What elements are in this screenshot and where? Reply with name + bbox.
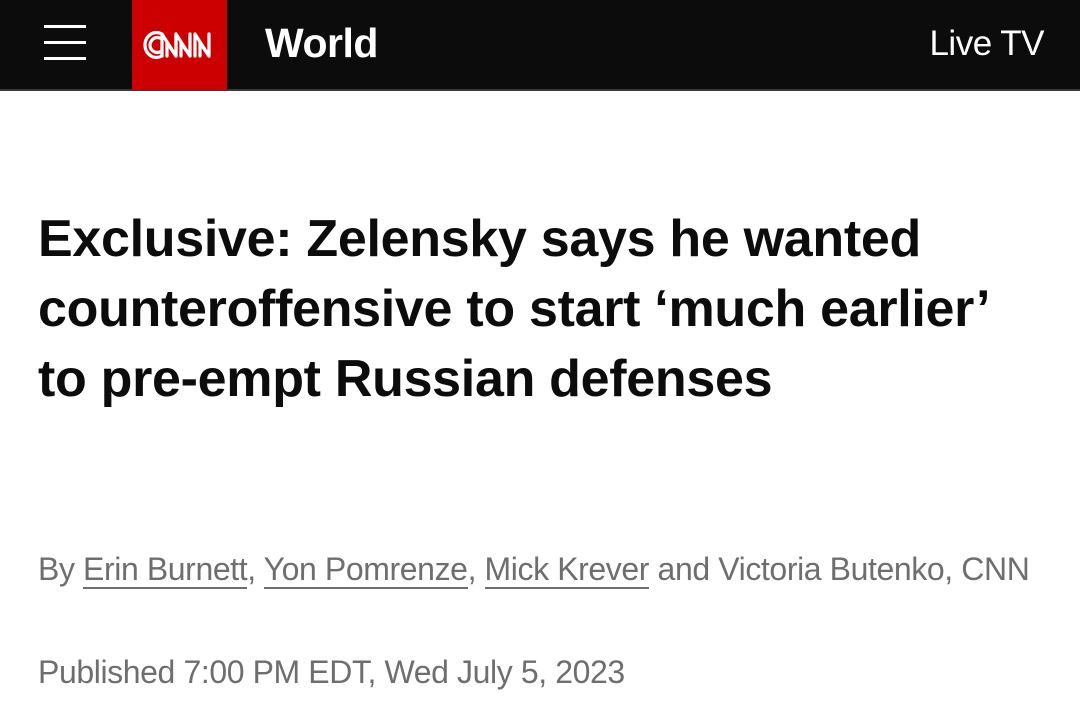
cnn-logo-mark (142, 30, 211, 60)
author-link-yon-pomrenze[interactable]: Yon Pomrenze (263, 551, 468, 589)
byline-prefix: By (38, 551, 84, 587)
article-byline: By Erin Burnett, Yon Pomrenze, Mick Krev… (38, 546, 1048, 593)
author-link-erin-burnett[interactable]: Erin Burnett (83, 551, 248, 589)
section-title[interactable]: World (265, 20, 378, 66)
byline-separator: , (467, 551, 485, 587)
published-timestamp: Published 7:00 PM EDT, Wed July 5, 2023 (38, 654, 625, 690)
byline-separator: , (247, 551, 264, 587)
menu-line (44, 41, 86, 44)
hamburger-menu-icon[interactable] (44, 23, 88, 61)
top-nav-bar: World Live TV (0, 0, 1080, 91)
live-tv-link[interactable]: Live TV (929, 24, 1044, 64)
menu-line (44, 57, 86, 60)
article-headline: Exclusive: Zelensky says he wanted count… (38, 210, 988, 408)
menu-line (44, 25, 86, 28)
author-name-victoria-butenko: Victoria Butenko (718, 551, 945, 587)
author-link-mick-krever[interactable]: Mick Krever (484, 551, 649, 589)
byline-separator: and (649, 551, 719, 587)
byline-suffix: , CNN (944, 551, 1030, 587)
cnn-logo[interactable] (132, 0, 227, 90)
